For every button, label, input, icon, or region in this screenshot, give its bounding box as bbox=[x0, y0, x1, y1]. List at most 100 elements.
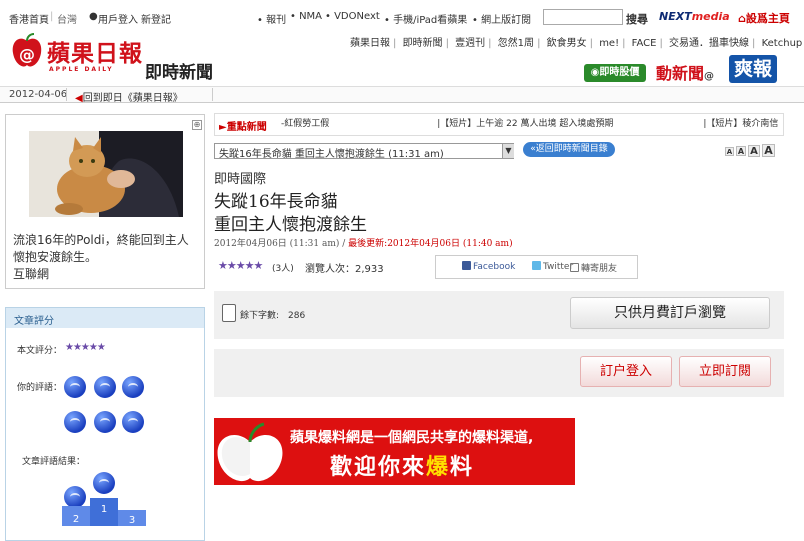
nav-trading[interactable]: 交易通．搵車快線 bbox=[669, 38, 749, 49]
current-date: 2012-04-06 bbox=[9, 89, 68, 100]
dynamic-news-label: 動新聞 bbox=[656, 64, 705, 83]
happy-face-icon[interactable] bbox=[64, 376, 86, 398]
twitter-share-button[interactable]: Twitter bbox=[532, 261, 573, 272]
rating-panel-header: 文章評分 bbox=[6, 308, 204, 328]
shuang-news-logo[interactable]: 爽報 bbox=[729, 55, 777, 83]
rating-count: (3人) bbox=[272, 264, 294, 274]
divider bbox=[212, 88, 213, 101]
back-to-list-button[interactable]: «返回即時新聞目錄 bbox=[523, 142, 615, 157]
arrow-left-icon: ◀ bbox=[75, 93, 83, 104]
arrow-right-icon: ► bbox=[219, 122, 227, 133]
nav-me[interactable]: me! bbox=[599, 38, 619, 49]
publish-time-text: 2012年04月06日 (11:31 am) bbox=[214, 239, 340, 249]
set-homepage-label: 設爲主頁 bbox=[745, 12, 790, 25]
surprised-face-icon[interactable] bbox=[122, 376, 144, 398]
taiwan-link[interactable]: 台灣 bbox=[57, 11, 77, 26]
winner-face-icon bbox=[93, 472, 115, 494]
facebook-share-button[interactable]: Facebook bbox=[462, 261, 515, 272]
nav-sudden-weekly[interactable]: 忽然1周 bbox=[498, 38, 534, 49]
zoom-icon[interactable]: ⊕ bbox=[192, 120, 202, 130]
user-icon: ● bbox=[89, 11, 98, 22]
twitter-label: Twitter bbox=[543, 262, 574, 272]
ticker-headlines[interactable]: -紅假勞工假 |【短片】上午逾 22 萬人出境 超入境處預期 |【短片】稜介南信 bbox=[281, 116, 781, 129]
remaining-word-count: 餘下字數: 286 bbox=[240, 311, 306, 321]
comment-result-label: 文章評語結果： bbox=[22, 457, 86, 467]
top-bar: 香港首頁 | 台灣 ● 用戶登入 新登記 • 報刊 • NMA • VDONex… bbox=[0, 0, 804, 30]
set-homepage-link[interactable]: ⌂設爲主頁 bbox=[738, 10, 790, 26]
login-link[interactable]: 用戶登入 bbox=[98, 11, 138, 26]
monthly-subscriber-button[interactable]: 只供月費訂戶瀏覽 bbox=[570, 297, 770, 329]
svg-text:1: 1 bbox=[101, 504, 107, 515]
photo-credit: 互聯網 bbox=[13, 267, 50, 281]
nav-face[interactable]: FACE bbox=[632, 38, 657, 49]
forward-friend-button[interactable]: 轉寄朋友 bbox=[570, 261, 617, 274]
podium-icon: 1 2 3 bbox=[62, 498, 146, 526]
article-headline: 失蹤16年長命貓 bbox=[214, 192, 338, 212]
svg-text:@: @ bbox=[19, 45, 35, 64]
ticker-label: ►重點新聞 bbox=[219, 118, 267, 133]
topbar-link-subscribe[interactable]: • 網上版訂閱 bbox=[472, 11, 531, 26]
nav-next-magazine[interactable]: 壹週刊 bbox=[455, 38, 485, 49]
subscribe-now-button[interactable]: 立即訂閱 bbox=[679, 356, 771, 387]
article-category: 即時國際 bbox=[214, 172, 267, 187]
spiral-icon: @ bbox=[704, 71, 715, 82]
divider bbox=[66, 88, 67, 101]
topbar-link-label: 報刊 bbox=[266, 15, 287, 26]
svg-text:2: 2 bbox=[73, 514, 79, 525]
forward-label: 轉寄朋友 bbox=[581, 264, 618, 274]
banner-slogan-highlight: 爆 bbox=[426, 455, 451, 480]
news-select[interactable]: 失蹤16年長命貓 重回主人懷抱渡餘生 (11:31 am) bbox=[214, 143, 514, 160]
shocked-face-icon[interactable] bbox=[94, 411, 116, 433]
dynamic-news-link[interactable]: 動新聞@ bbox=[656, 60, 714, 84]
smile-face-icon[interactable] bbox=[94, 376, 116, 398]
hk-home-link[interactable]: 香港首頁 bbox=[9, 11, 49, 26]
font-size-s-button[interactable]: A bbox=[736, 146, 746, 156]
chevron-down-icon[interactable]: ▼ bbox=[502, 144, 514, 158]
topbar-link-newspaper[interactable]: • 報刊 bbox=[257, 11, 286, 26]
stock-quote-button[interactable]: ◉即時股價 bbox=[584, 64, 646, 82]
twitter-icon bbox=[532, 261, 541, 270]
topbar-link-vdonext[interactable]: • VDONext bbox=[325, 11, 380, 22]
site-logo-text[interactable]: 蘋果日報 bbox=[47, 34, 143, 68]
banner-slogan: 歡迎你來爆料 bbox=[330, 449, 474, 481]
updated-time: 最後更新:2012年04月06日 (11:40 am) bbox=[348, 239, 513, 249]
mail-icon bbox=[570, 263, 579, 272]
home-icon: ⌂ bbox=[738, 12, 746, 25]
search-button[interactable]: 搜尋 bbox=[626, 11, 648, 27]
back-to-today-link[interactable]: ◀回到即日《蘋果日報》 bbox=[75, 89, 183, 104]
nav-ketchup[interactable]: Ketchup bbox=[762, 38, 803, 49]
subscriber-login-button[interactable]: 訂户登入 bbox=[580, 356, 672, 387]
nextmedia-logo[interactable]: NEXTmedia bbox=[659, 10, 730, 23]
register-link[interactable]: 新登記 bbox=[141, 11, 171, 26]
caption-text: 流浪16年的Poldi，終能回到主人懷抱安渡餘生。 bbox=[13, 233, 189, 264]
topbar-link-nma[interactable]: • NMA bbox=[290, 11, 322, 22]
cat-photo[interactable] bbox=[29, 131, 183, 217]
apple-icon bbox=[217, 422, 283, 482]
banner-slogan-part: 料 bbox=[450, 455, 475, 480]
your-comment-label: 你的評語： bbox=[17, 383, 63, 393]
nav-apple-daily[interactable]: 蘋果日報 bbox=[350, 38, 390, 49]
article-rating-stars[interactable]: ★★★★★ bbox=[218, 259, 263, 272]
site-nav: 蘋果日報 | 即時新聞 | 壹週刊 | 忽然1周 | 飲食男女 | me! | FACE | … bbox=[350, 38, 803, 49]
topbar-separator: | bbox=[50, 11, 54, 22]
document-icon bbox=[222, 304, 236, 322]
ticker-label-text: 重點新聞 bbox=[226, 122, 267, 133]
topbar-link-mobile[interactable]: • 手機/iPad看蘋果 bbox=[384, 11, 467, 26]
font-size-l-button[interactable]: A bbox=[762, 144, 775, 157]
search-input[interactable] bbox=[543, 9, 623, 25]
angry-face-icon[interactable] bbox=[122, 411, 144, 433]
sad-face-icon[interactable] bbox=[64, 411, 86, 433]
banner-tagline: 蘋果爆料網是一個網民共享的爆料渠道, bbox=[290, 430, 534, 446]
nav-eat-and-travel[interactable]: 飲食男女 bbox=[547, 38, 587, 49]
site-logo-subtext: APPLE DAILY bbox=[49, 66, 114, 73]
facebook-icon bbox=[462, 261, 471, 270]
font-size-xs-button[interactable]: A bbox=[725, 147, 734, 156]
font-size-m-button[interactable]: A bbox=[748, 145, 760, 157]
apple-logo-icon[interactable]: @ bbox=[10, 33, 44, 69]
nav-instant-news[interactable]: 即時新聞 bbox=[403, 38, 443, 49]
banner-slogan-part: 歡迎你來 bbox=[330, 455, 427, 480]
topbar-link-label: VDONext bbox=[334, 11, 380, 22]
rating-stars[interactable]: ★★★★★ bbox=[65, 342, 106, 353]
rating-label: 本文評分： bbox=[17, 346, 63, 356]
stock-quote-label: 即時股價 bbox=[599, 67, 640, 78]
